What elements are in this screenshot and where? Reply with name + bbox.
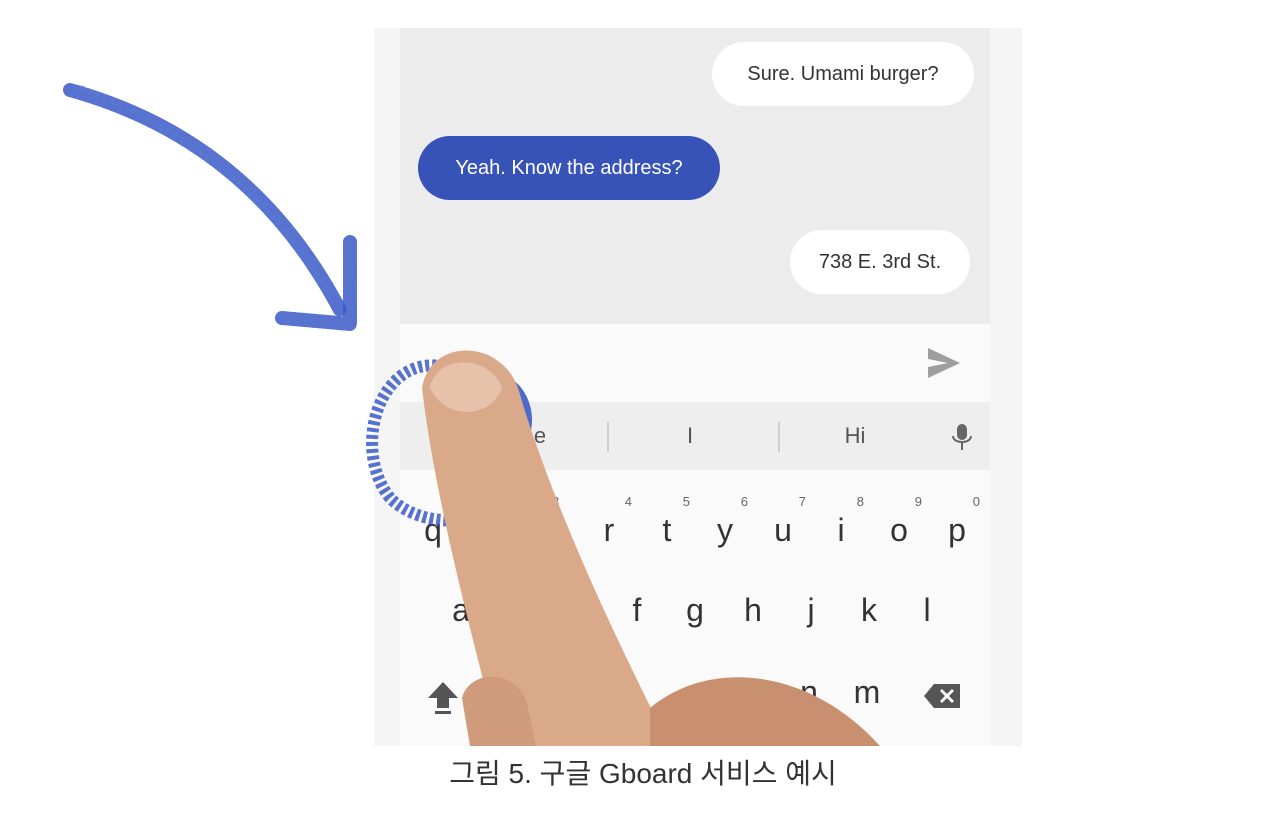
message-text: 738 E. 3rd St. [818,250,942,273]
key-i[interactable]: i8 [812,494,870,560]
suggestion-item[interactable]: I [640,402,740,470]
key-t[interactable]: t5 [638,494,696,560]
key-z[interactable]: z [482,662,540,722]
figure-caption: 그림 5. 구글 Gboard 서비스 예시 [449,758,837,789]
key-hint-3: 3 [552,494,560,509]
keyboard: q 3 r4 t5 y6 u7 i8 o9 p0 a f g h j k l z… [400,470,990,746]
key-j[interactable]: j [782,580,840,640]
message-text: Yeah. Know the address? [455,156,683,179]
key-b[interactable]: b [720,662,778,722]
message-bubble-incoming: Sure. Umami burger? [712,42,974,106]
key-k[interactable]: k [840,580,898,640]
key-r[interactable]: r4 [580,494,638,560]
key-f[interactable]: f [608,580,666,640]
shift-icon[interactable] [426,680,460,716]
suggestion-divider [778,422,780,452]
send-icon[interactable] [924,344,964,382]
key-u[interactable]: u7 [754,494,812,560]
key-l[interactable]: l [898,580,956,640]
suggestion-strip: e I Hi [400,402,990,470]
suggestion-item[interactable]: e [490,402,590,470]
message-bubble-incoming: 738 E. 3rd St. [790,230,970,294]
key-o[interactable]: o9 [870,494,928,560]
chat-area: Sure. Umami burger? Yeah. Know the addre… [400,28,990,324]
key-g[interactable]: g [666,580,724,640]
key-q[interactable]: q [404,500,462,560]
mic-icon[interactable] [950,422,974,452]
gboard-figure: Sure. Umami burger? Yeah. Know the addre… [50,28,1022,746]
key-p[interactable]: p0 [928,494,986,560]
key-y[interactable]: y6 [696,494,754,560]
key-a[interactable]: a [432,580,490,640]
suggestion-divider [607,422,609,452]
key-h[interactable]: h [724,580,782,640]
message-bubble-outgoing: Yeah. Know the address? [418,136,720,200]
phone-screen: Sure. Umami burger? Yeah. Know the addre… [400,28,990,746]
compose-field[interactable] [400,324,990,402]
message-text: Sure. Umami burger? [747,62,939,85]
suggestion-item[interactable]: Hi [805,402,905,470]
key-m[interactable]: m [838,662,896,722]
sketch-arrow-icon [63,83,357,331]
key-n[interactable]: n [780,662,838,722]
backspace-icon[interactable] [922,682,962,710]
